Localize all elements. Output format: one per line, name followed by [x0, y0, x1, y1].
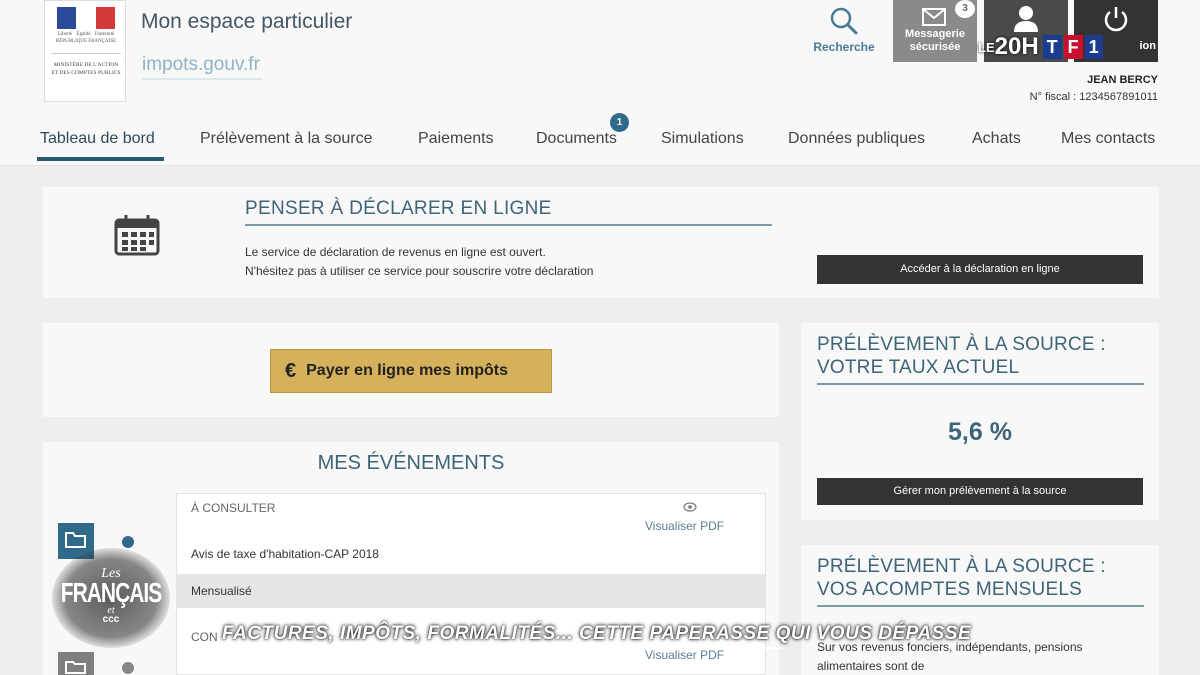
nav-donnees-publiques[interactable]: Données publiques: [788, 130, 925, 148]
event-row-highlight: [177, 574, 765, 608]
ministry-name: Ministère de l'action et des comptes pub…: [51, 62, 121, 76]
nav-achats[interactable]: Achats: [972, 130, 1021, 148]
pay-online-button[interactable]: € Payer en ligne mes impôts: [270, 349, 552, 393]
event-mensualise: Mensualisé: [191, 584, 252, 598]
fiscal-number: N° fiscal : 1234567891011: [1029, 91, 1158, 103]
search-button[interactable]: Recherche: [808, 6, 880, 62]
channel-t: T: [1042, 35, 1062, 59]
timeline-dot: [122, 536, 134, 548]
user-name: JEAN BERCY: [1087, 74, 1158, 86]
tax-rate-value: 5,6 %: [948, 418, 1012, 446]
documents-badge: 1: [610, 113, 629, 132]
news-banner-underline: [222, 647, 782, 649]
view-pdf-link[interactable]: Visualiser PDF: [645, 519, 724, 533]
event-document-name[interactable]: Avis de taxe d'habitation-CAP 2018: [191, 547, 379, 561]
logout-label: ion: [1139, 40, 1157, 52]
event-status: À CONSULTER: [191, 501, 276, 515]
installments-title: PRÉLÈVEMENT À LA SOURCE : VOS ACOMPTES M…: [817, 556, 1106, 600]
nav-tableau-de-bord[interactable]: Tableau de bord: [40, 130, 155, 148]
channel-20h: 20H: [994, 33, 1039, 60]
nav-prelevement[interactable]: Prélèvement à la source: [200, 130, 373, 148]
site-title: Mon espace particulier: [141, 10, 353, 33]
show-logo: Les FRANÇAIS et ccc: [52, 548, 170, 648]
envelope-icon: [922, 8, 946, 26]
nav-active-indicator: [37, 157, 164, 161]
channel-1: 1: [1084, 35, 1103, 59]
nav-simulations[interactable]: Simulations: [661, 130, 744, 148]
messaging-label: Messagerie: [905, 28, 965, 40]
declare-title: PENSER À DÉCLARER EN LIGNE: [245, 198, 552, 219]
pay-online-label: Payer en ligne mes impôts: [306, 362, 508, 379]
tf1-channel-logo: LE 20H T F 1: [978, 32, 1105, 62]
declare-online-button[interactable]: Accéder à la déclaration en ligne: [817, 255, 1143, 284]
folder-icon[interactable]: [58, 652, 94, 675]
site-domain-tagline: [142, 78, 262, 80]
euro-icon: €: [285, 359, 297, 382]
nav-documents[interactable]: Documents: [536, 130, 617, 148]
republic-motto: Liberté · Égalité · Fraternité RÉPUBLIQU…: [55, 32, 117, 44]
view-pdf-link-2[interactable]: Visualiser PDF: [645, 648, 724, 662]
eye-icon[interactable]: [683, 502, 697, 512]
messaging-count-badge: 3: [955, 0, 975, 18]
french-flag-icon: [57, 7, 115, 29]
installments-rule: [817, 605, 1144, 607]
main-nav: Tableau de bord Prélèvement à la source …: [0, 116, 1200, 166]
events-title: MES ÉVÉNEMENTS: [317, 452, 505, 474]
republic-logo[interactable]: Liberté · Égalité · Fraternité RÉPUBLIQU…: [44, 0, 126, 102]
channel-le: LE: [978, 39, 995, 55]
declare-text-2: N'hésitez pas à utiliser ce service pour…: [245, 264, 594, 278]
channel-f: F: [1063, 35, 1083, 59]
show-logo-ccc: ccc: [102, 614, 120, 625]
tax-rate-rule: [817, 383, 1144, 385]
logo-divider: [51, 53, 121, 54]
search-label: Recherche: [813, 40, 875, 54]
declare-text-1: Le service de déclaration de revenus en …: [245, 245, 546, 259]
search-icon: [830, 7, 858, 35]
messaging-label-2: sécurisée: [909, 41, 961, 53]
user-icon: [1014, 6, 1038, 32]
event-status-2: CON: [191, 630, 218, 644]
news-banner: FACTURES, IMPÔTS, FORMALITÉS... CETTE PA…: [222, 623, 972, 644]
manage-withholding-button[interactable]: Gérer mon prélèvement à la source: [817, 478, 1143, 505]
declare-title-rule: [245, 224, 772, 226]
tax-rate-title: PRÉLÈVEMENT À LA SOURCE : VOTRE TAUX ACT…: [817, 334, 1106, 378]
power-icon: [1104, 7, 1128, 32]
calendar-icon: [114, 215, 160, 256]
timeline-dot-2: [122, 662, 134, 674]
nav-mes-contacts[interactable]: Mes contacts: [1061, 130, 1155, 148]
nav-paiements[interactable]: Paiements: [418, 130, 494, 148]
site-domain[interactable]: impots.gouv.fr: [142, 54, 260, 76]
